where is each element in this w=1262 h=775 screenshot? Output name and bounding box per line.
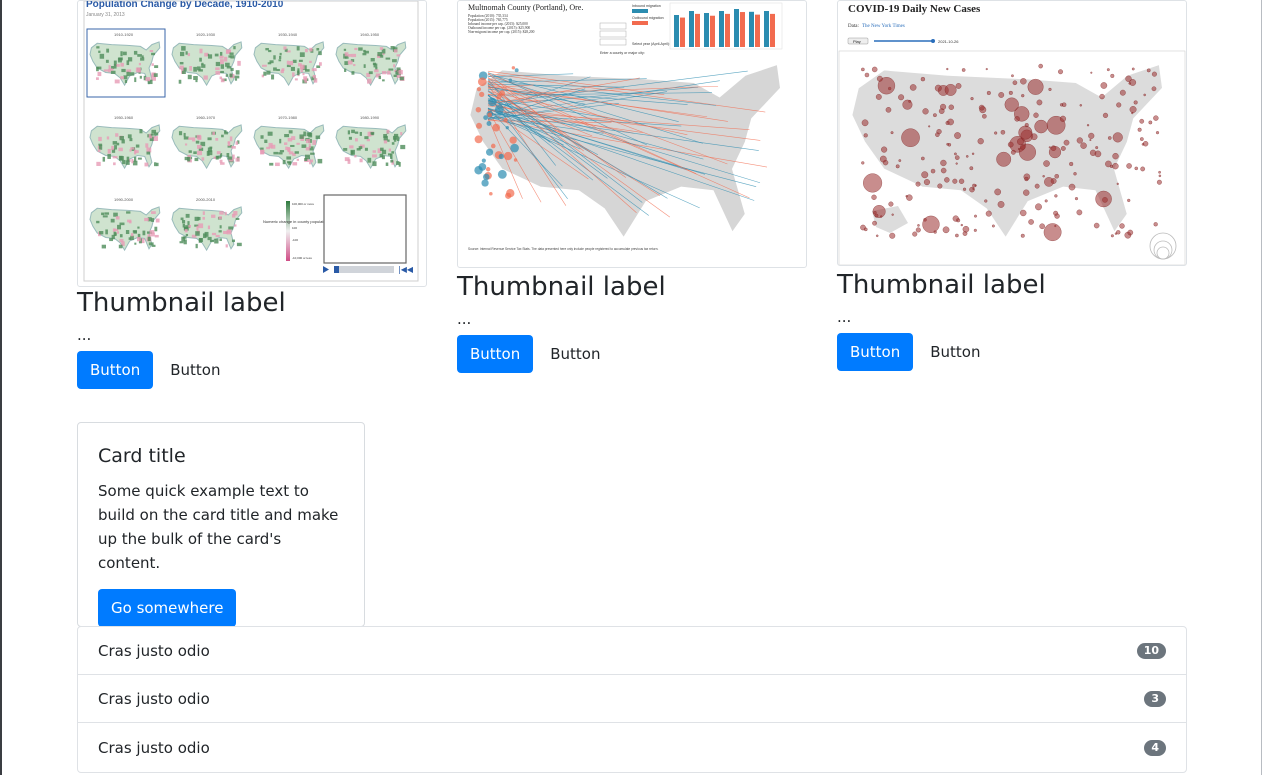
thumbnail-text: ... — [457, 310, 472, 328]
population-change-map-grid: Population Change by Decade, 1910-2010 J… — [83, 1, 419, 282]
list-item-text: Cras justo odio — [98, 689, 210, 708]
count-badge: 10 — [1136, 642, 1166, 659]
legend-outbound: Outbound migration — [632, 16, 664, 20]
thumbnail-label: Thumbnail label — [77, 288, 286, 318]
list-item-text: Cras justo odio — [98, 738, 210, 757]
count-badge: 3 — [1144, 690, 1166, 707]
list-item[interactable]: Cras justo odio 10 — [78, 627, 1186, 675]
decade-label: 1940-1950 — [360, 32, 380, 37]
image-title: COVID-19 Daily New Cases — [848, 3, 981, 15]
go-somewhere-button[interactable]: Go somewhere — [98, 589, 237, 627]
player-controls[interactable]: |◀◀ — [323, 265, 414, 274]
legend-tick: 100 — [292, 226, 297, 230]
enter-county-label: Enter a county or major city: — [600, 51, 645, 55]
legend-tick: -100 — [292, 238, 298, 242]
thumbnail-2: Multnomah County (Portland), Ore. Popula… — [457, 0, 807, 373]
window-left-edge — [0, 0, 2, 775]
rewind-icon: |◀◀ — [398, 265, 414, 274]
decade-label: 1920-1930 — [196, 32, 216, 37]
thumbnail-text: ... — [77, 326, 92, 344]
decade-label: 1960-1970 — [196, 115, 216, 120]
svg-text:Non-migrant income per cap. (2: Non-migrant income per cap. (2015): $28,… — [468, 30, 535, 35]
primary-button[interactable]: Button — [457, 335, 534, 373]
decade-label: 1930-1940 — [278, 32, 298, 37]
thumbnail-label: Thumbnail label — [837, 270, 1046, 300]
list-item[interactable]: Cras justo odio 3 — [78, 675, 1186, 723]
decade-label: 1980-1990 — [360, 115, 380, 120]
slider-handle — [931, 39, 935, 43]
data-source: The New York Times — [862, 24, 905, 29]
count-badge: 4 — [1144, 739, 1166, 756]
migration-bar-chart — [669, 2, 783, 50]
legend-inbound: Inbound migration — [632, 4, 661, 8]
decade-label: 1950-1960 — [114, 115, 134, 120]
image-date: January 31, 2013 — [86, 12, 125, 18]
primary-button[interactable]: Button — [837, 333, 914, 371]
date-readout: 2021-10-26 — [938, 39, 959, 44]
primary-button[interactable]: Button — [77, 351, 154, 389]
thumbnail-1-image[interactable]: Population Change by Decade, 1910-2010 J… — [77, 0, 427, 287]
migration-flow-map: Multnomah County (Portland), Ore. Popula… — [468, 2, 783, 251]
thumbnail-text: ... — [837, 308, 852, 326]
thumbnail-3: COVID-19 Daily New Cases Data: The New Y… — [837, 0, 1187, 371]
decade-label: 1910-1920 — [114, 32, 134, 37]
legend-tick: 100,000 or more — [292, 202, 314, 206]
decade-label: 1990-2000 — [114, 197, 134, 202]
stats: Population (2010): 735,334 Population (2… — [468, 14, 535, 35]
data-source-prefix: Data: — [848, 24, 859, 29]
thumbnail-2-image[interactable]: Multnomah County (Portland), Ore. Popula… — [457, 0, 807, 268]
select-year-label: Select year (April-April): — [632, 42, 670, 46]
thumbnail-label: Thumbnail label — [457, 272, 666, 302]
image-title: Multnomah County (Portland), Ore. — [468, 3, 583, 12]
secondary-button[interactable]: Button — [917, 333, 993, 371]
secondary-button[interactable]: Button — [537, 335, 613, 373]
list-item[interactable]: Cras justo odio 4 — [78, 723, 1186, 772]
legend-title: Numeric change in county population — [263, 219, 329, 224]
covid-cases-map: COVID-19 Daily New Cases Data: The New Y… — [838, 3, 1186, 265]
svg-text:Play: Play — [853, 39, 861, 44]
image-title: Population Change by Decade, 1910-2010 — [86, 1, 284, 10]
secondary-button[interactable]: Button — [157, 351, 233, 389]
list-item-text: Cras justo odio — [98, 641, 210, 660]
decade-label: 2000-2010 — [196, 197, 216, 202]
thumbnail-1: Population Change by Decade, 1910-2010 J… — [77, 0, 427, 389]
thumbnail-3-image[interactable]: COVID-19 Daily New Cases Data: The New Y… — [837, 0, 1187, 266]
animation-preview — [323, 194, 407, 264]
decade-label: 1970-1980 — [278, 115, 298, 120]
list-group: Cras justo odio 10 Cras justo odio 3 Cra… — [77, 626, 1187, 773]
card: Card title Some quick example text to bu… — [77, 422, 365, 627]
card-text: Some quick example text to build on the … — [98, 482, 339, 572]
source-note: Source: Internal Revenue Service Tax Sta… — [468, 247, 658, 251]
legend-tick: -10,000 or less — [292, 256, 312, 260]
card-title: Card title — [98, 445, 186, 467]
